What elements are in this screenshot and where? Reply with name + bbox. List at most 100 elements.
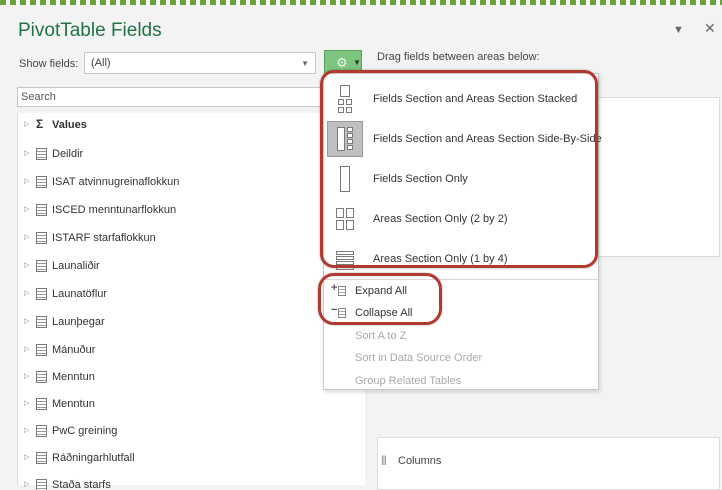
collapse-all-icon: − bbox=[331, 304, 347, 320]
table-icon bbox=[36, 344, 47, 356]
menu-item-label: Fields Section and Areas Section Side-By… bbox=[373, 133, 602, 145]
field-label: Staða starfs bbox=[52, 479, 111, 490]
menu-item-group-related-tables: Group Related Tables bbox=[324, 371, 598, 391]
table-icon bbox=[36, 452, 47, 464]
expand-triangle-icon[interactable]: ▷ bbox=[24, 120, 29, 128]
expand-triangle-icon[interactable]: ▷ bbox=[24, 149, 29, 157]
table-icon bbox=[36, 148, 47, 160]
field-label: Launþegar bbox=[52, 316, 105, 328]
menu-item-collapse-all[interactable]: − Collapse All bbox=[324, 303, 598, 323]
expand-triangle-icon[interactable]: ▷ bbox=[24, 289, 29, 297]
field-label: PwC greining bbox=[52, 425, 118, 437]
menu-item-label: Areas Section Only (2 by 2) bbox=[373, 213, 508, 225]
chevron-down-icon: ▼ bbox=[353, 58, 361, 67]
search-input[interactable]: Search bbox=[17, 87, 365, 107]
menu-item-label: Group Related Tables bbox=[355, 375, 462, 387]
table-icon bbox=[36, 425, 47, 437]
table-icon bbox=[36, 316, 47, 328]
table-icon bbox=[36, 232, 47, 244]
expand-triangle-icon[interactable]: ▷ bbox=[24, 205, 29, 213]
menu-item-sort-source-order: Sort in Data Source Order bbox=[324, 348, 598, 368]
field-list: ▷ Σ Values ▷ Deildir ▷ ISAT atvinnugrein… bbox=[17, 113, 365, 490]
expand-all-icon: + bbox=[331, 282, 347, 298]
show-fields-label: Show fields: bbox=[19, 58, 79, 70]
list-item[interactable]: ▷ ISAT atvinnugreinaflokkun bbox=[18, 174, 318, 194]
field-label: ISTARF starfaflokkun bbox=[52, 232, 156, 244]
menu-item-label: Sort A to Z bbox=[355, 330, 407, 342]
table-icon bbox=[36, 479, 47, 490]
menu-item-label: Collapse All bbox=[355, 307, 413, 319]
field-label: Menntun bbox=[52, 371, 95, 383]
layout-fields-only-icon bbox=[336, 165, 354, 193]
list-item[interactable]: ▷ Menntun bbox=[18, 369, 318, 389]
list-item[interactable]: ▷ PwC greining bbox=[18, 423, 318, 443]
tools-button[interactable]: ⚙ ▼ bbox=[324, 50, 362, 74]
expand-triangle-icon[interactable]: ▷ bbox=[24, 177, 29, 185]
menu-item-side-by-side[interactable]: Fields Section and Areas Section Side-By… bbox=[324, 121, 602, 157]
field-label: Menntun bbox=[52, 398, 95, 410]
menu-item-areas-1x4[interactable]: Areas Section Only (1 by 4) bbox=[324, 241, 598, 277]
expand-triangle-icon[interactable]: ▷ bbox=[24, 261, 29, 269]
layout-stacked-icon bbox=[336, 85, 354, 113]
pane-title: PivotTable Fields bbox=[18, 20, 162, 41]
field-label: Launatöflur bbox=[52, 288, 108, 300]
table-icon bbox=[36, 260, 47, 272]
menu-item-label: Fields Section and Areas Section Stacked bbox=[373, 93, 578, 105]
menu-item-stacked[interactable]: Fields Section and Areas Section Stacked bbox=[324, 81, 598, 117]
menu-item-label: Areas Section Only (1 by 4) bbox=[373, 253, 508, 265]
show-fields-value: (All) bbox=[91, 57, 111, 69]
tools-dropdown-menu: Fields Section and Areas Section Stacked… bbox=[323, 73, 602, 391]
menu-item-areas-2x2[interactable]: Areas Section Only (2 by 2) bbox=[324, 201, 598, 237]
list-item[interactable]: ▷ Menntun bbox=[18, 396, 318, 416]
menu-item-label: Expand All bbox=[355, 285, 407, 297]
drag-fields-hint: Drag fields between areas below: bbox=[377, 51, 540, 63]
pane-options-icon[interactable]: ▼ bbox=[673, 24, 684, 36]
table-icon bbox=[36, 288, 47, 300]
menu-item-expand-all[interactable]: + Expand All bbox=[324, 281, 598, 301]
menu-item-label: Sort in Data Source Order bbox=[355, 352, 483, 364]
expand-triangle-icon[interactable]: ▷ bbox=[24, 480, 29, 488]
list-item[interactable]: ▷ Staða starfs bbox=[18, 477, 318, 490]
list-item[interactable]: ▷ Deildir bbox=[18, 146, 318, 166]
list-item[interactable]: ▷ ISCED menntunarflokkun bbox=[18, 202, 318, 222]
close-icon[interactable]: ✕ bbox=[704, 20, 716, 37]
field-label: ISCED menntunarflokkun bbox=[52, 204, 177, 216]
table-icon bbox=[36, 371, 47, 383]
list-item[interactable]: ▷ Mánuður bbox=[18, 342, 318, 362]
menu-item-label: Fields Section Only bbox=[373, 173, 468, 185]
menu-item-fields-only[interactable]: Fields Section Only bbox=[324, 161, 598, 197]
layout-areas-1x4-icon bbox=[336, 245, 354, 273]
layout-side-by-side-icon bbox=[336, 125, 354, 153]
gear-icon: ⚙ bbox=[336, 55, 348, 70]
columns-icon: ||| bbox=[381, 455, 387, 466]
field-label: Ráðningarhlutfall bbox=[52, 452, 135, 464]
list-item[interactable]: ▷ Σ Values bbox=[18, 117, 318, 137]
table-icon bbox=[36, 204, 47, 216]
field-label: Launaliðir bbox=[52, 260, 100, 272]
list-item[interactable]: ▷ Ráðningarhlutfall bbox=[18, 450, 318, 470]
table-icon bbox=[36, 398, 47, 410]
expand-triangle-icon[interactable]: ▷ bbox=[24, 345, 29, 353]
list-item[interactable]: ▷ ISTARF starfaflokkun bbox=[18, 230, 318, 250]
field-label: Deildir bbox=[52, 148, 84, 160]
field-label: Mánuður bbox=[52, 344, 96, 356]
list-item[interactable]: ▷ Launaliðir bbox=[18, 258, 318, 278]
table-icon bbox=[36, 176, 47, 188]
sigma-icon: Σ bbox=[36, 117, 44, 131]
field-label: ISAT atvinnugreinaflokkun bbox=[52, 176, 180, 188]
expand-triangle-icon[interactable]: ▷ bbox=[24, 233, 29, 241]
expand-triangle-icon[interactable]: ▷ bbox=[24, 453, 29, 461]
expand-triangle-icon[interactable]: ▷ bbox=[24, 426, 29, 434]
chevron-down-icon: ▼ bbox=[301, 59, 309, 68]
field-label: Values bbox=[52, 119, 87, 131]
expand-triangle-icon[interactable]: ▷ bbox=[24, 372, 29, 380]
columns-area-label: Columns bbox=[398, 455, 442, 467]
menu-separator bbox=[324, 279, 598, 280]
list-item[interactable]: ▷ Launatöflur bbox=[18, 286, 318, 306]
expand-triangle-icon[interactable]: ▷ bbox=[24, 399, 29, 407]
show-fields-dropdown[interactable]: (All) ▼ bbox=[84, 52, 316, 74]
layout-areas-2x2-icon bbox=[336, 205, 354, 233]
menu-item-sort-a-to-z: Sort A to Z bbox=[324, 326, 598, 346]
list-item[interactable]: ▷ Launþegar bbox=[18, 314, 318, 334]
expand-triangle-icon[interactable]: ▷ bbox=[24, 317, 29, 325]
